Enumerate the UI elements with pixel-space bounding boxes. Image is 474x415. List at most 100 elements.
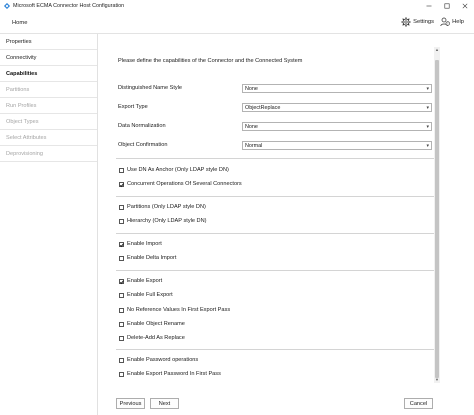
- scroll-down-icon[interactable]: ▼: [434, 377, 440, 383]
- check-label: Use DN As Anchor (Only LDAP style DN): [127, 167, 229, 173]
- sidebar-item-run-profiles: Run Profiles: [0, 98, 97, 114]
- checkbox-box[interactable]: [119, 357, 124, 363]
- app-window: Microsoft ECMA Connector Host Configurat…: [0, 0, 474, 415]
- check-export-password-first-pass[interactable]: Enable Export Password In First Pass: [119, 370, 221, 378]
- check-label: Concurrent Operations Of Several Connect…: [127, 181, 242, 187]
- export-type-value: ObjectReplace: [245, 104, 281, 111]
- check-label: No Reference Values In First Export Pass: [127, 307, 231, 313]
- next-button[interactable]: Next: [150, 398, 179, 409]
- section-divider: [116, 158, 434, 159]
- data-normalization-value: None: [245, 123, 258, 130]
- panel-intro-text: Please define the capabilities of the Co…: [118, 58, 303, 64]
- minimize-button[interactable]: [420, 0, 438, 12]
- sidebar-item-properties[interactable]: Properties: [0, 34, 97, 50]
- app-logo-icon: [4, 3, 10, 9]
- settings-label: Settings: [413, 19, 435, 25]
- section-divider: [116, 270, 434, 271]
- checkbox-box[interactable]: [119, 167, 124, 173]
- check-delete-add-as-replace[interactable]: Delete-Add As Replace: [119, 334, 185, 342]
- field-row-dn-style: Distinguished Name Style None ▾: [118, 84, 438, 93]
- data-normalization-select[interactable]: None ▾: [242, 122, 432, 131]
- window-title: Microsoft ECMA Connector Host Configurat…: [13, 3, 125, 9]
- check-no-reference-values[interactable]: No Reference Values In First Export Pass: [119, 306, 230, 314]
- section-divider: [116, 349, 434, 350]
- object-confirmation-select[interactable]: Normal ▾: [242, 141, 432, 150]
- checkbox-box[interactable]: [119, 292, 124, 298]
- check-label: Enable Full Export: [127, 292, 173, 298]
- checkbox-box[interactable]: [119, 241, 124, 247]
- chevron-down-icon: ▾: [426, 86, 429, 92]
- checkbox-box[interactable]: [119, 335, 124, 341]
- home-menu-item[interactable]: Home: [12, 19, 27, 27]
- sidebar-item-connectivity[interactable]: Connectivity: [0, 50, 97, 66]
- check-enable-delta-import[interactable]: Enable Delta Import: [119, 254, 176, 262]
- chevron-down-icon: ▾: [426, 105, 429, 111]
- sidebar-item-deprovisioning: Deprovisioning: [0, 146, 97, 162]
- check-concurrent-operations[interactable]: Concurrent Operations Of Several Connect…: [119, 180, 242, 188]
- checkbox-box[interactable]: [119, 371, 124, 377]
- section-divider: [116, 196, 434, 197]
- check-label: Enable Object Rename: [127, 321, 185, 327]
- dn-style-select[interactable]: None ▾: [242, 84, 432, 93]
- close-icon: [462, 3, 468, 9]
- check-label: Hierarchy (Only LDAP style DN): [127, 218, 207, 224]
- menu-right-actions: Settings ? Help: [401, 17, 464, 27]
- checkbox-box[interactable]: [119, 181, 124, 187]
- check-enable-export[interactable]: Enable Export: [119, 277, 162, 285]
- help-label: Help: [452, 19, 464, 25]
- check-label: Enable Export: [127, 278, 163, 284]
- sidebar-item-partitions: Partitions: [0, 82, 97, 98]
- minimize-icon: [426, 5, 432, 7]
- check-label: Enable Delta Import: [127, 255, 177, 261]
- field-row-object-confirmation: Object Confirmation Normal ▾: [118, 141, 438, 150]
- menu-bar: Home Settings ? Help: [0, 12, 474, 34]
- close-button[interactable]: [456, 0, 474, 12]
- chevron-down-icon: ▾: [426, 124, 429, 130]
- object-confirmation-label: Object Confirmation: [118, 142, 168, 148]
- scrollbar-thumb[interactable]: [435, 60, 439, 378]
- help-button[interactable]: ? Help: [440, 17, 464, 27]
- check-hierarchy[interactable]: Hierarchy (Only LDAP style DN): [119, 217, 206, 225]
- dn-style-value: None: [245, 85, 258, 92]
- field-row-data-normalization: Data Normalization None ▾: [118, 122, 438, 131]
- cancel-button[interactable]: Cancel: [404, 398, 433, 409]
- scroll-up-icon[interactable]: ▲: [434, 47, 440, 53]
- sidebar-nav: Properties Connectivity Capabilities Par…: [0, 34, 98, 415]
- checkbox-box[interactable]: [119, 255, 124, 261]
- checkbox-box[interactable]: [119, 218, 124, 224]
- sidebar-item-capabilities[interactable]: Capabilities: [0, 66, 97, 82]
- data-normalization-label: Data Normalization: [118, 123, 166, 129]
- capabilities-panel: Please define the capabilities of the Co…: [112, 47, 443, 382]
- check-enable-import[interactable]: Enable Import: [119, 240, 162, 248]
- dn-style-label: Distinguished Name Style: [118, 85, 183, 91]
- export-type-label: Export Type: [118, 104, 148, 110]
- maximize-button[interactable]: [438, 0, 456, 12]
- check-label: Partitions (Only LDAP style DN): [127, 204, 206, 210]
- export-type-select[interactable]: ObjectReplace ▾: [242, 103, 432, 112]
- checkbox-box[interactable]: [119, 278, 124, 284]
- check-partitions[interactable]: Partitions (Only LDAP style DN): [119, 203, 206, 211]
- sidebar-item-object-types: Object Types: [0, 114, 97, 130]
- check-enable-object-rename[interactable]: Enable Object Rename: [119, 320, 185, 328]
- check-label: Enable Password operations: [127, 357, 199, 363]
- section-divider: [116, 233, 434, 234]
- title-bar: Microsoft ECMA Connector Host Configurat…: [0, 0, 474, 12]
- checkbox-box[interactable]: [119, 321, 124, 327]
- check-label: Enable Export Password In First Pass: [127, 371, 221, 377]
- check-enable-full-export[interactable]: Enable Full Export: [119, 291, 173, 299]
- previous-button[interactable]: Previous: [116, 398, 145, 409]
- sidebar-item-select-attributes: Select Attributes: [0, 130, 97, 146]
- chevron-down-icon: ▾: [426, 143, 429, 149]
- gear-icon: [401, 17, 411, 27]
- check-use-dn-as-anchor[interactable]: Use DN As Anchor (Only LDAP style DN): [119, 166, 229, 174]
- field-row-export-type: Export Type ObjectReplace ▾: [118, 103, 438, 112]
- checkbox-box[interactable]: [119, 307, 124, 313]
- check-label: Delete-Add As Replace: [127, 335, 185, 341]
- object-confirmation-value: Normal: [245, 142, 263, 149]
- settings-button[interactable]: Settings: [401, 17, 434, 27]
- check-label: Enable Import: [127, 241, 162, 247]
- check-enable-password-operations[interactable]: Enable Password operations: [119, 356, 198, 364]
- checkbox-box[interactable]: [119, 204, 124, 210]
- window-controls: [420, 0, 474, 12]
- help-person-icon: ?: [440, 17, 450, 27]
